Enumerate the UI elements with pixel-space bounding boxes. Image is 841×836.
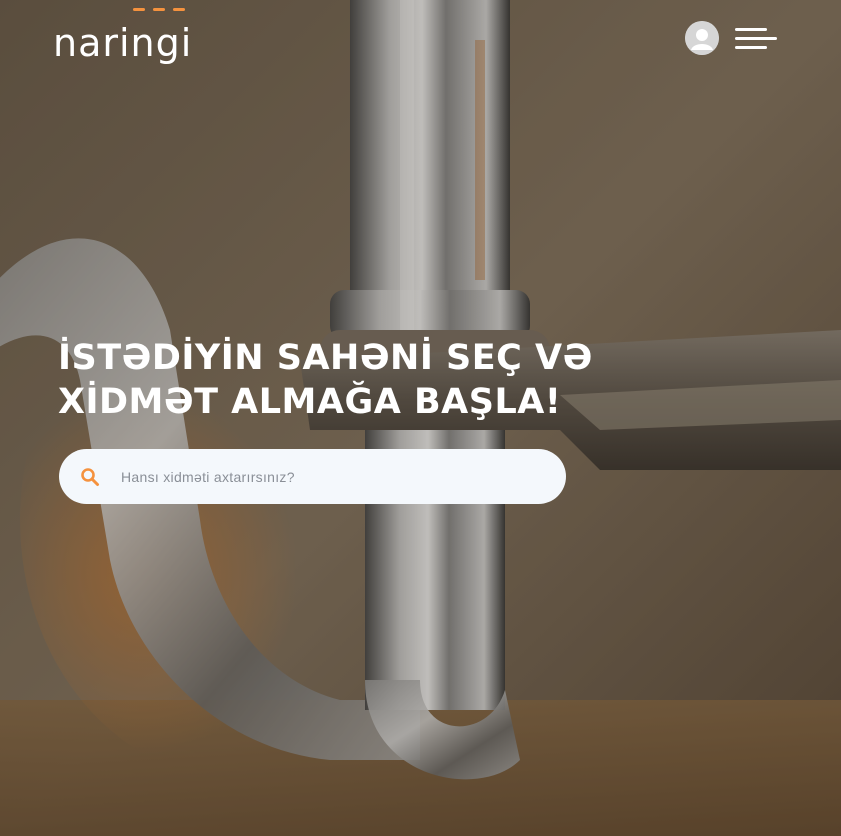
hero-section: naringi İSTƏDİYİN SAHƏNİ SEÇ VƏ XİDMƏT A…: [0, 0, 841, 836]
user-avatar-button[interactable]: [685, 21, 719, 55]
user-avatar-icon: [685, 21, 719, 55]
logo-accent-marks: [133, 8, 185, 11]
hamburger-menu-icon: [735, 28, 777, 49]
search-bar[interactable]: [59, 449, 566, 504]
menu-button[interactable]: [735, 27, 777, 51]
logo-text: naringi: [53, 21, 193, 65]
search-input[interactable]: [119, 460, 543, 493]
headline-line-2: XİDMƏT ALMAĞA BAŞLA!: [58, 382, 562, 422]
site-header: naringi: [0, 0, 841, 80]
hero-headline: İSTƏDİYİN SAHƏNİ SEÇ VƏ XİDMƏT ALMAĞA BA…: [58, 336, 678, 424]
search-icon[interactable]: [80, 467, 100, 487]
site-logo[interactable]: naringi: [53, 8, 193, 65]
headline-line-1: İSTƏDİYİN SAHƏNİ SEÇ VƏ: [58, 338, 593, 378]
